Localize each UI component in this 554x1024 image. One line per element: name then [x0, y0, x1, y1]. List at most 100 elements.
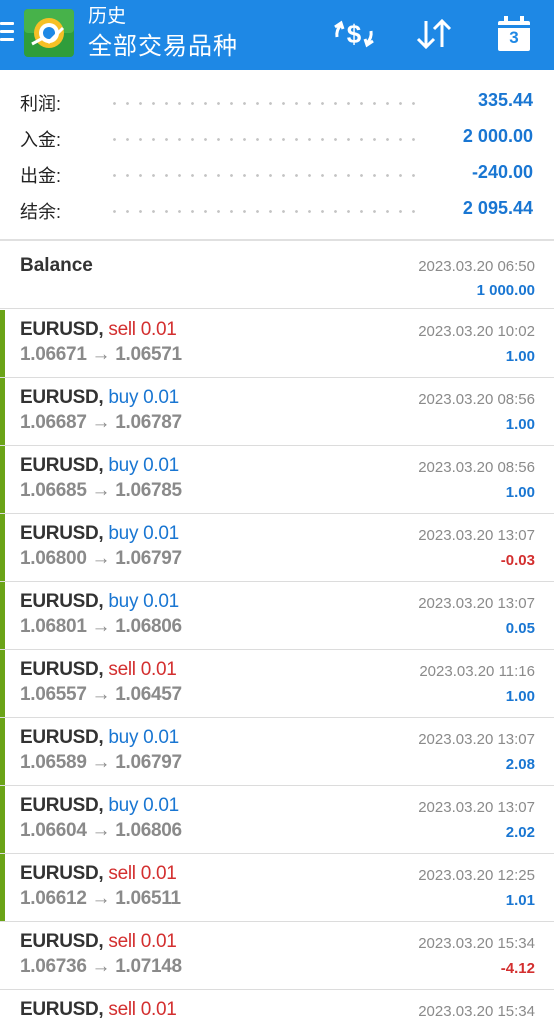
deal-symbol: EURUSD, sell 0.01 — [20, 659, 177, 681]
deal-symbol: EURUSD, sell 0.01 — [20, 319, 177, 341]
deal-prices: 1.06736 → 1.07148 — [20, 956, 182, 977]
deal-symbol: EURUSD, buy 0.01 — [20, 727, 179, 749]
deal-type: buy 0.01 — [108, 387, 179, 408]
summary-panel: 利润: 335.44 入金: 2 000.00 出金: -240.00 结余: … — [0, 70, 554, 240]
deal-status-marker — [0, 854, 5, 921]
balance-entry-label: Balance — [20, 255, 93, 276]
page-subtitle: 历史 — [88, 6, 127, 27]
row-divider — [0, 308, 554, 309]
deal-profit: 1.01 — [505, 892, 535, 909]
deposit-value: 2 000.00 — [462, 126, 533, 146]
deal-time: 2023.03.20 15:34 — [418, 1003, 535, 1020]
deal-prices: 1.06687 → 1.06787 — [20, 412, 182, 433]
deal-status-marker — [0, 446, 5, 513]
deal-type: sell 0.01 — [108, 319, 177, 340]
balance-label: 结余: — [20, 202, 62, 222]
profit-value: 335.44 — [477, 90, 533, 110]
deal-symbol-text: EURUSD, — [20, 387, 104, 408]
deal-symbol-text: EURUSD, — [20, 319, 104, 340]
deal-row[interactable]: EURUSD, buy 0.01 1.06800 → 1.06797 2023.03… — [0, 514, 554, 582]
deal-symbol-text: EURUSD, — [20, 455, 104, 476]
deal-row[interactable]: EURUSD, buy 0.01 1.06589 → 1.06797 2023.03… — [0, 718, 554, 786]
deal-time: 2023.03.20 13:07 — [418, 731, 535, 748]
deal-symbol-text: EURUSD, — [20, 795, 104, 816]
deal-time: 2023.03.20 12:25 — [418, 867, 535, 884]
deal-prices: 1.06612 → 1.06511 — [20, 888, 181, 909]
deal-row[interactable]: EURUSD, buy 0.01 1.06604 → 1.06806 2023.03… — [0, 786, 554, 854]
deal-time: 2023.03.20 10:02 — [418, 323, 535, 340]
deal-type: buy 0.01 — [108, 591, 179, 612]
deal-symbol: EURUSD, sell 0.01 — [20, 931, 177, 953]
deal-symbol: EURUSD, sell 0.01 — [20, 999, 177, 1021]
deal-prices: 1.06671 → 1.06571 — [20, 344, 182, 365]
deal-status-marker — [0, 650, 5, 717]
deal-prices: 1.06801 → 1.06806 — [20, 616, 182, 637]
deal-status-marker — [0, 582, 5, 649]
summary-balance-row: 结余: 2 095.44 — [0, 192, 554, 228]
page-title[interactable]: 全部交易品种 — [88, 31, 238, 63]
summary-deposit-row: 入金: 2 000.00 — [0, 120, 554, 156]
deal-row[interactable]: EURUSD, sell 0.01 1.06671 → 1.06571 2023.0… — [0, 310, 554, 378]
deal-symbol: EURUSD, buy 0.01 — [20, 523, 179, 545]
deal-time: 2023.03.20 15:34 — [418, 935, 535, 952]
deal-profit: 2.08 — [505, 756, 535, 773]
currency-exchange-icon: $ — [334, 19, 374, 49]
deal-profit: 1.00 — [505, 348, 535, 365]
deal-row[interactable]: EURUSD, sell 0.01 1.06557 → 1.06457 2023.0… — [0, 650, 554, 718]
deal-row[interactable]: EURUSD, buy 0.01 1.06687 → 1.06787 2023.03… — [0, 378, 554, 446]
deal-prices: 1.06604 → 1.06806 — [20, 820, 182, 841]
deal-symbol-text: EURUSD, — [20, 591, 104, 612]
balance-entry[interactable]: Balance 2023.03.20 06:50 1 000.00 — [0, 241, 554, 309]
deal-profit: 1.00 — [505, 484, 535, 501]
profit-label: 利润: — [20, 94, 62, 114]
deal-profit: 1.00 — [505, 416, 535, 433]
deal-status-marker — [0, 514, 5, 581]
deal-symbol: EURUSD, sell 0.01 — [20, 863, 177, 885]
deal-time: 2023.03.20 13:07 — [418, 527, 535, 544]
deal-row[interactable]: EURUSD, sell 0.01 2023.03.20 15:34 — [0, 990, 554, 1024]
deal-profit: -4.12 — [500, 960, 535, 977]
summary-withdrawal-row: 出金: -240.00 — [0, 156, 554, 192]
deal-time: 2023.03.20 13:07 — [418, 799, 535, 816]
deal-status-marker — [0, 378, 5, 445]
deal-type: buy 0.01 — [108, 727, 179, 748]
currency-exchange-button[interactable]: $ — [330, 14, 378, 54]
dotted-leader — [108, 210, 424, 213]
calendar-button[interactable]: 3 — [492, 14, 536, 54]
deal-prices: 1.06685 → 1.06785 — [20, 480, 182, 501]
deal-time: 2023.03.20 08:56 — [418, 391, 535, 408]
deal-status-marker — [0, 786, 5, 853]
deal-profit: 1.00 — [505, 688, 535, 705]
deal-row[interactable]: EURUSD, sell 0.01 1.06736 → 1.07148 2023.0… — [0, 922, 554, 990]
deal-row[interactable]: EURUSD, sell 0.01 1.06612 → 1.06511 2023.0… — [0, 854, 554, 922]
balance-value: 2 095.44 — [462, 198, 533, 218]
sort-button[interactable] — [410, 14, 458, 54]
deal-type: sell 0.01 — [108, 863, 177, 884]
balance-entry-amount: 1 000.00 — [476, 282, 535, 299]
app-logo-icon[interactable] — [23, 8, 75, 58]
deal-row[interactable]: EURUSD, buy 0.01 1.06801 → 1.06806 2023.03… — [0, 582, 554, 650]
deal-prices: 1.06557 → 1.06457 — [20, 684, 182, 705]
dotted-leader — [108, 102, 424, 105]
deposit-label: 入金: — [20, 130, 62, 150]
deal-symbol-text: EURUSD, — [20, 863, 104, 884]
svg-text:$: $ — [347, 19, 362, 49]
withdrawal-label: 出金: — [20, 166, 62, 186]
deal-profit: -0.03 — [500, 552, 535, 569]
deal-type: buy 0.01 — [108, 523, 179, 544]
menu-icon[interactable] — [0, 22, 14, 44]
deal-symbol: EURUSD, buy 0.01 — [20, 455, 179, 477]
deal-symbol-text: EURUSD, — [20, 999, 104, 1020]
deal-type: buy 0.01 — [108, 795, 179, 816]
deal-time: 2023.03.20 13:07 — [418, 595, 535, 612]
deal-profit: 2.02 — [505, 824, 535, 841]
app-bar: 历史 全部交易品种 $ 3 — [0, 0, 554, 70]
deal-prices: 1.06589 → 1.06797 — [20, 752, 182, 773]
deal-row[interactable]: EURUSD, buy 0.01 1.06685 → 1.06785 2023.03… — [0, 446, 554, 514]
deal-symbol-text: EURUSD, — [20, 523, 104, 544]
dotted-leader — [108, 174, 424, 177]
deal-type: sell 0.01 — [108, 999, 177, 1020]
deal-symbol: EURUSD, buy 0.01 — [20, 795, 179, 817]
deal-type: buy 0.01 — [108, 455, 179, 476]
deal-time: 2023.03.20 08:56 — [418, 459, 535, 476]
